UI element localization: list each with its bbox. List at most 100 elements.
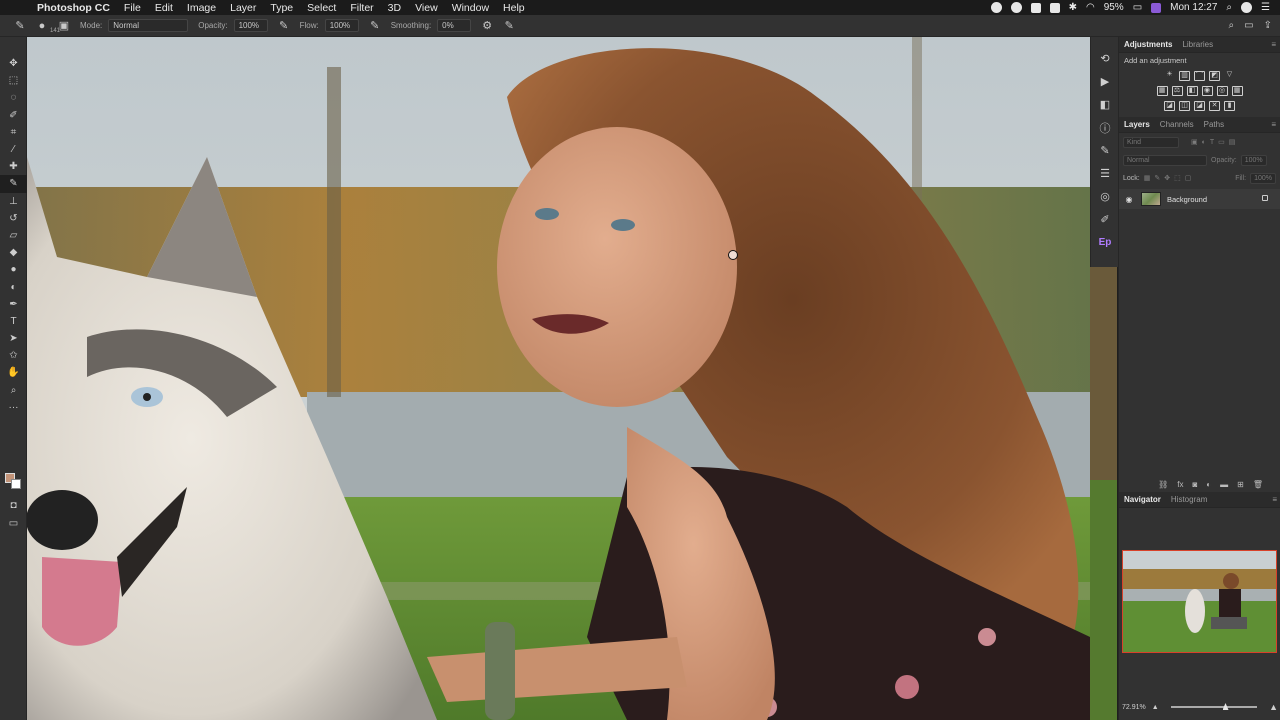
menu-select[interactable]: Select — [300, 2, 343, 14]
tab-navigator[interactable]: Navigator — [1119, 495, 1166, 504]
smoothing-input[interactable]: 0% — [437, 19, 472, 32]
info-panel-icon[interactable]: ⓘ — [1091, 116, 1119, 139]
filter-adjustment-icon[interactable]: ◐ — [1202, 139, 1206, 146]
tab-paths[interactable]: Paths — [1199, 120, 1229, 129]
layer-name[interactable]: Background — [1167, 195, 1207, 204]
selective-color-icon[interactable]: ✕ — [1209, 101, 1220, 111]
tab-histogram[interactable]: Histogram — [1166, 495, 1212, 504]
eraser-tool-icon[interactable]: ▱ — [0, 227, 27, 244]
channel-mixer-icon[interactable]: ◎ — [1216, 86, 1228, 96]
vibrance-icon[interactable]: ▽ — [1224, 71, 1235, 81]
navigator-menu-icon[interactable]: ≡ — [1272, 495, 1277, 504]
color-balance-icon[interactable]: ⚖ — [1171, 86, 1183, 96]
zoom-slider[interactable] — [1170, 703, 1258, 710]
tab-channels[interactable]: Channels — [1155, 120, 1199, 129]
zoom-tool-icon[interactable]: ⌕ — [0, 382, 27, 399]
record-icon[interactable] — [990, 2, 1002, 13]
lock-transparent-icon[interactable]: ▦ — [1144, 174, 1151, 182]
blur-tool-icon[interactable]: ● — [0, 261, 27, 278]
brush-tool-icon[interactable]: ✎ — [0, 175, 27, 193]
pressure-opacity-icon[interactable]: ✎ — [278, 20, 290, 32]
brush-preview-icon[interactable]: ● — [36, 20, 48, 32]
pressure-size-icon[interactable]: ✎ — [503, 20, 515, 32]
dropbox-icon[interactable] — [1049, 2, 1060, 13]
menu-file[interactable]: File — [117, 2, 148, 14]
crop-tool-icon[interactable]: ⌗ — [0, 124, 27, 141]
layer-style-fx-icon[interactable]: fx — [1177, 480, 1183, 489]
battery-icon[interactable]: ▭ — [1133, 2, 1142, 13]
flow-input[interactable]: 100% — [324, 19, 359, 32]
type-tool-icon[interactable]: T — [0, 313, 27, 330]
menu-filter[interactable]: Filter — [343, 2, 380, 14]
paint-bucket-tool-icon[interactable]: ◆ — [0, 244, 27, 261]
levels-icon[interactable]: ▥ — [1179, 71, 1190, 81]
app-menu[interactable]: Photoshop CC — [30, 2, 117, 14]
lock-image-icon[interactable]: ✎ — [1154, 174, 1160, 182]
brush-settings-panel-icon[interactable]: ✎ — [1091, 139, 1119, 162]
posterize-icon[interactable]: ◫ — [1179, 101, 1190, 111]
tab-adjustments[interactable]: Adjustments — [1119, 40, 1177, 49]
menu-edit[interactable]: Edit — [148, 2, 180, 14]
brush-tool-preset-icon[interactable]: ✎ — [14, 20, 26, 32]
invert-icon[interactable]: ◪ — [1164, 101, 1175, 111]
tab-layers[interactable]: Layers — [1119, 120, 1155, 129]
input-flag-icon[interactable] — [1151, 2, 1162, 13]
opacity-input[interactable]: 100% — [233, 19, 268, 32]
add-mask-icon[interactable]: ◙ — [1192, 480, 1197, 489]
actions-panel-icon[interactable]: ▶ — [1091, 70, 1119, 93]
photo-filter-icon[interactable]: ◉ — [1201, 86, 1213, 96]
lock-position-icon[interactable]: ✥ — [1164, 174, 1170, 182]
siri-icon[interactable] — [1241, 2, 1253, 13]
gradient-map-icon[interactable]: ▮ — [1224, 101, 1235, 111]
eyedropper-tool-icon[interactable]: ⁄ — [0, 141, 27, 158]
background-color-swatch[interactable] — [11, 479, 21, 489]
layer-fill-input[interactable]: 100% — [1250, 172, 1276, 184]
lasso-tool-icon[interactable]: ◌ — [0, 89, 27, 106]
zoom-out-icon[interactable]: ▲ — [1152, 704, 1159, 711]
clone-source-panel-icon[interactable]: ◎ — [1091, 185, 1119, 208]
ep-plugin-icon[interactable]: Ep — [1091, 231, 1119, 254]
layer-visibility-eye-icon[interactable]: ◉ — [1123, 195, 1135, 204]
navigator-preview[interactable] — [1122, 550, 1277, 653]
marquee-tool-icon[interactable]: ⬚ — [0, 72, 27, 89]
threshold-icon[interactable]: ◪ — [1194, 101, 1205, 111]
brightness-contrast-icon[interactable]: ☀ — [1164, 71, 1175, 81]
notification-center-icon[interactable]: ☰ — [1261, 2, 1270, 13]
history-panel-icon[interactable]: ⟲ — [1091, 47, 1119, 70]
exposure-icon[interactable]: ◩ — [1209, 71, 1220, 81]
search-icon[interactable]: ⌕ — [1229, 20, 1235, 31]
share-icon[interactable]: ⇪ — [1264, 20, 1272, 31]
document-canvas[interactable] — [27, 37, 1090, 720]
shape-tool-icon[interactable]: ✩ — [0, 347, 27, 364]
filter-smart-object-icon[interactable]: ▤ — [1229, 138, 1236, 146]
dodge-tool-icon[interactable]: ◐ — [0, 278, 27, 295]
menu-image[interactable]: Image — [180, 2, 223, 14]
healing-brush-tool-icon[interactable]: ✚ — [0, 158, 27, 175]
filter-type-icon[interactable]: T — [1210, 139, 1214, 146]
delete-layer-icon[interactable]: 🗑 — [1253, 480, 1263, 489]
layer-row-background[interactable]: ◉ Background — [1119, 189, 1280, 209]
smoothing-gear-icon[interactable]: ⚙ — [481, 20, 493, 32]
menu-3d[interactable]: 3D — [381, 2, 408, 14]
swap-colors-icon[interactable] — [0, 461, 27, 478]
menu-window[interactable]: Window — [445, 2, 496, 14]
filter-pixel-icon[interactable]: ▣ — [1191, 138, 1198, 146]
zoom-in-icon[interactable]: ▲ — [1269, 702, 1278, 712]
libraries-panel-icon[interactable]: ◧ — [1091, 93, 1119, 116]
new-adjustment-layer-icon[interactable]: ◐ — [1206, 480, 1211, 489]
lock-artboard-icon[interactable]: ⬚ — [1174, 174, 1181, 182]
history-brush-tool-icon[interactable]: ↺ — [0, 210, 27, 227]
clock[interactable]: Mon 12:27 — [1170, 2, 1217, 13]
screen-mode-icon[interactable]: ▭ — [0, 515, 27, 532]
filter-shape-icon[interactable]: ▭ — [1218, 138, 1225, 146]
color-lookup-icon[interactable]: ▦ — [1231, 86, 1243, 96]
properties-panel-icon[interactable]: ☰ — [1091, 162, 1119, 185]
clone-stamp-tool-icon[interactable]: ⊥ — [0, 193, 27, 210]
airbrush-icon[interactable]: ✎ — [369, 20, 381, 32]
bluetooth-icon[interactable]: ✱ — [1069, 2, 1077, 13]
zoom-slider-knob[interactable] — [1222, 703, 1229, 710]
battery-percent[interactable]: 95% — [1104, 2, 1124, 13]
kind-filter-select[interactable]: Kind — [1123, 136, 1179, 148]
pen-tool-icon[interactable]: ✒ — [0, 296, 27, 313]
new-layer-icon[interactable]: ⊞ — [1237, 480, 1244, 489]
